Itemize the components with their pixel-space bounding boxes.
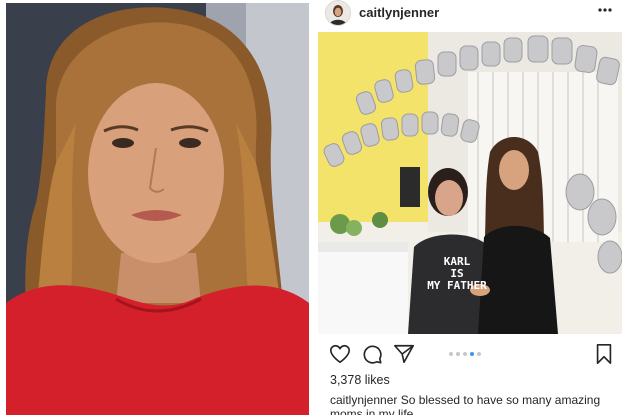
post-username[interactable]: caitlynjenner <box>359 5 439 20</box>
carousel-indicator <box>449 352 481 356</box>
instagram-post: caitlynjenner KARL IS MY FATHER 3,378 li… <box>317 0 625 415</box>
heart-icon[interactable] <box>329 343 351 365</box>
carousel-dot-active <box>470 352 474 356</box>
avatar-image <box>326 1 350 25</box>
portrait-photo <box>6 3 309 415</box>
shirt-line-3: MY FATHER <box>427 279 487 292</box>
bookmark-icon[interactable] <box>593 343 615 365</box>
carousel-dot <box>449 352 453 356</box>
avatar[interactable] <box>325 0 351 26</box>
portrait-illustration <box>6 3 309 415</box>
post-caption: caitlynjenner So blessed to have so many… <box>330 393 620 415</box>
post-photo[interactable]: KARL IS MY FATHER <box>318 32 622 334</box>
likes-count[interactable]: 3,378 likes <box>330 373 390 387</box>
share-icon[interactable] <box>393 343 415 365</box>
carousel-dot <box>463 352 467 356</box>
post-actions <box>317 343 617 365</box>
carousel-dot <box>456 352 460 356</box>
caption-username[interactable]: caitlynjenner <box>330 393 397 407</box>
comment-icon[interactable] <box>361 343 383 365</box>
more-options-icon[interactable] <box>595 0 615 20</box>
post-header: caitlynjenner <box>317 0 617 27</box>
carousel-dot <box>477 352 481 356</box>
shirt-text: KARL IS MY FATHER <box>422 256 492 292</box>
